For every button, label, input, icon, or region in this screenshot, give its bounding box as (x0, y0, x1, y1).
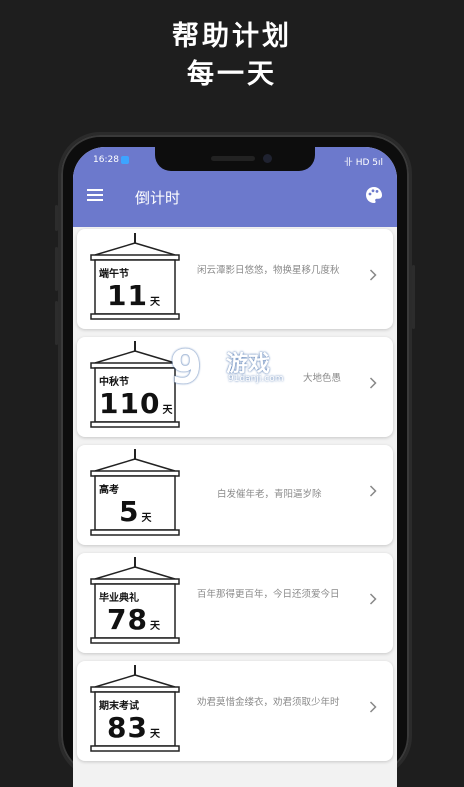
phone-volume-down (55, 301, 58, 345)
days-remaining: 11 天 (107, 279, 161, 312)
front-camera (263, 154, 272, 163)
hanging-board: 高考 5天 (89, 447, 181, 541)
site-watermark: 9 游戏 91danji.com (170, 340, 300, 400)
countdown-card[interactable]: 毕业典礼 78 天 百年那得更百年，今日还须爱今日 (77, 553, 393, 653)
event-quote: 白发催年老，青阳逼岁除 (217, 489, 322, 500)
chevron-right-icon (369, 485, 377, 497)
status-indicators: 卝 HD 5ıl (343, 158, 383, 168)
phone-screen: 16:28 卝 HD 5ıl 倒计时 端午节 11 天 闲云潭影日悠悠，物换星移… (73, 147, 397, 787)
event-quote: 闲云潭影日悠悠，物换星移几度秋 (197, 265, 340, 276)
hamburger-menu-icon[interactable] (87, 189, 103, 201)
promo-title-line2: 每一天 (187, 59, 277, 90)
phone-frame: 16:28 卝 HD 5ıl 倒计时 端午节 11 天 闲云潭影日悠悠，物换星移… (55, 132, 415, 787)
hanging-board: 中秋节 110 天 (89, 339, 181, 433)
notification-icon (121, 156, 129, 164)
event-name: 端午节 (99, 269, 129, 280)
promo-title-line1: 帮助计划 (172, 21, 292, 52)
days-remaining: 83 天 (107, 711, 161, 744)
chevron-right-icon (369, 593, 377, 605)
countdown-card[interactable]: 高考 5天 白发催年老，青阳逼岁除 (77, 445, 393, 545)
days-remaining: 78 天 (107, 603, 161, 636)
status-time: 16:28 (93, 155, 119, 165)
event-name: 毕业典礼 (99, 593, 139, 604)
hanging-board: 端午节 11 天 (89, 231, 181, 325)
event-quote: 劝君莫惜金缕衣，劝君须取少年时 (197, 697, 340, 708)
chevron-right-icon (369, 377, 377, 389)
event-quote: 大地色愚 (303, 373, 342, 384)
hanging-board: 毕业典礼 78 天 (89, 555, 181, 649)
chevron-right-icon (369, 269, 377, 281)
phone-mute-switch (55, 205, 58, 231)
countdown-card[interactable]: 期末考试 83 天 劝君莫惜金缕衣，劝君须取少年时 (77, 661, 393, 761)
palette-icon[interactable] (365, 186, 383, 204)
event-quote: 百年那得更百年，今日还须爱今日 (197, 589, 340, 600)
event-name: 高考 (99, 485, 119, 496)
watermark-logo-icon: 9 (170, 340, 203, 394)
countdown-card[interactable]: 端午节 11 天 闲云潭影日悠悠，物换星移几度秋 (77, 229, 393, 329)
speaker-grille (211, 156, 255, 161)
hanging-board: 期末考试 83 天 (89, 663, 181, 757)
days-remaining: 5天 (119, 495, 153, 528)
phone-volume-up (55, 247, 58, 291)
phone-power-button (412, 265, 415, 329)
days-remaining: 110 天 (99, 387, 174, 420)
phone-notch (155, 147, 315, 171)
event-name: 中秋节 (99, 377, 129, 388)
chevron-right-icon (369, 701, 377, 713)
watermark-domain: 91danji.com (228, 374, 284, 384)
app-title: 倒计时 (135, 189, 181, 207)
event-name: 期末考试 (99, 701, 139, 712)
